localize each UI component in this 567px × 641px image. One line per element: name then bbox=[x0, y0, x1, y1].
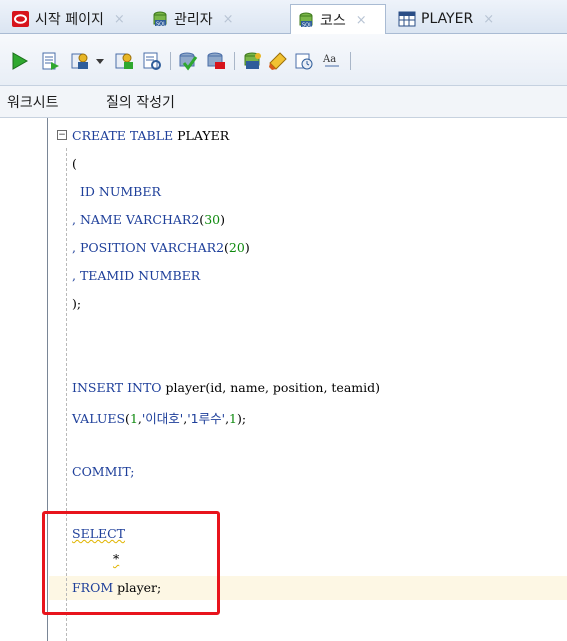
dropdown-arrow-icon[interactable] bbox=[94, 51, 106, 71]
table-grid-icon bbox=[398, 10, 416, 28]
autotrace-icon[interactable] bbox=[70, 51, 90, 71]
editor-subtabs: 워크시트 질의 작성기 bbox=[0, 86, 567, 118]
column-name: , NAME bbox=[72, 212, 126, 227]
number: 1 bbox=[129, 411, 138, 426]
format-case-icon[interactable]: Aa bbox=[322, 51, 342, 71]
identifier: PLAYER bbox=[173, 128, 230, 143]
toolbar-separator bbox=[350, 52, 351, 70]
close-icon[interactable]: × bbox=[356, 13, 367, 28]
tab-player[interactable]: PLAYER × bbox=[392, 4, 500, 34]
keyword: NUMBER bbox=[138, 268, 201, 283]
rollback-icon[interactable] bbox=[206, 51, 226, 71]
svg-text:SQL: SQL bbox=[156, 22, 166, 28]
code-line: INSERT INTO player(id, name, position, t… bbox=[72, 380, 380, 395]
commit-icon[interactable] bbox=[178, 51, 198, 71]
punctuation: ( bbox=[72, 156, 77, 171]
db-connection-icon: SQL bbox=[151, 10, 169, 28]
column-name: ID bbox=[72, 184, 99, 199]
code-line: , TEAMID NUMBER bbox=[72, 268, 200, 283]
close-icon[interactable]: × bbox=[483, 12, 494, 27]
code-line: VALUES(1,'이대호','1루수',1); bbox=[72, 408, 246, 427]
svg-text:Aa: Aa bbox=[322, 54, 336, 65]
column-name: , TEAMID bbox=[72, 268, 139, 283]
toolbar-separator bbox=[234, 52, 235, 70]
worksheet-toolbar: Aa bbox=[0, 34, 567, 86]
line-gutter bbox=[0, 118, 48, 641]
code-line: , NAME VARCHAR2(30) bbox=[72, 212, 225, 227]
document-tab-bar: 시작 페이지 × SQL 관리자 × SQL 코스 × PLAYER × bbox=[0, 0, 567, 35]
code-line: COMMIT; bbox=[72, 464, 134, 479]
code-line: ID NUMBER bbox=[72, 184, 161, 199]
close-icon[interactable]: × bbox=[114, 12, 125, 27]
string-literal: '1루수' bbox=[187, 411, 226, 426]
punctuation: ) bbox=[244, 240, 250, 255]
toolbar-separator bbox=[170, 52, 171, 70]
tab-start-page[interactable]: 시작 페이지 × bbox=[6, 4, 131, 34]
highlight-box bbox=[42, 511, 220, 615]
sql-editor[interactable]: − CREATE TABLE PLAYER ( ID NUMBER , NAME… bbox=[0, 118, 567, 641]
keyword: NUMBER bbox=[98, 184, 161, 199]
column-name: , POSITION bbox=[72, 240, 151, 255]
unshared-sql-icon[interactable] bbox=[242, 51, 262, 71]
tab-label: 시작 페이지 bbox=[35, 12, 104, 28]
tab-label: 관리자 bbox=[174, 12, 213, 28]
close-icon[interactable]: × bbox=[223, 12, 234, 27]
code-line: , POSITION VARCHAR2(20) bbox=[72, 240, 250, 255]
keyword: VARCHAR2 bbox=[125, 212, 200, 227]
number: 30 bbox=[204, 212, 221, 227]
punctuation: ) bbox=[220, 212, 225, 227]
keyword: VALUES bbox=[72, 411, 126, 426]
code-line: ( bbox=[72, 156, 77, 171]
tab-query-builder[interactable]: 질의 작성기 bbox=[106, 92, 175, 112]
punctuation: ); bbox=[237, 411, 247, 426]
svg-text:SQL: SQL bbox=[302, 23, 312, 29]
tab-course[interactable]: SQL 코스 × bbox=[290, 4, 386, 35]
code-line: ); bbox=[72, 296, 81, 311]
fold-collapse-icon[interactable]: − bbox=[57, 130, 67, 140]
run-script-icon[interactable] bbox=[40, 51, 60, 71]
number: 20 bbox=[228, 240, 245, 255]
tab-worksheet[interactable]: 워크시트 bbox=[7, 92, 59, 112]
keyword: VARCHAR2 bbox=[150, 240, 225, 255]
explain-plan-icon[interactable] bbox=[114, 51, 134, 71]
oracle-start-icon bbox=[12, 10, 30, 28]
string-literal: '이대호' bbox=[141, 411, 184, 426]
sql-history-icon[interactable] bbox=[294, 51, 314, 71]
tab-label: 코스 bbox=[320, 13, 346, 29]
run-statement-icon[interactable] bbox=[10, 51, 30, 71]
tab-label: PLAYER bbox=[421, 11, 474, 27]
keyword: CREATE TABLE bbox=[72, 128, 174, 143]
number: 1 bbox=[229, 411, 237, 426]
sql-worksheet-icon: SQL bbox=[297, 11, 315, 29]
keyword: INSERT INTO bbox=[72, 380, 162, 395]
identifier: player(id, name, position, teamid) bbox=[161, 380, 381, 395]
keyword: COMMIT; bbox=[72, 464, 135, 479]
sql-tuning-icon[interactable] bbox=[142, 51, 162, 71]
tab-admin[interactable]: SQL 관리자 × bbox=[145, 4, 240, 34]
code-line: CREATE TABLE PLAYER bbox=[72, 128, 229, 143]
punctuation: ); bbox=[72, 296, 82, 311]
clear-icon[interactable] bbox=[268, 51, 288, 71]
